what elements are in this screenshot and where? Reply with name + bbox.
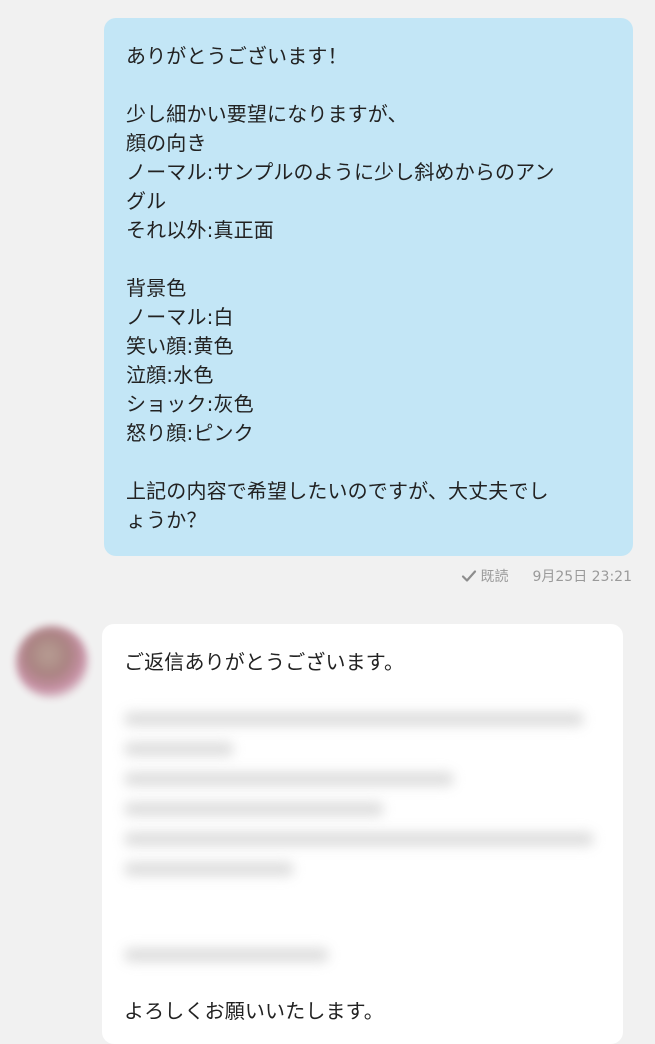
sent-message-line: 泣顔:水色 [126, 363, 214, 387]
read-status: 既読 [480, 569, 509, 585]
blurred-line [124, 862, 294, 876]
blurred-line [124, 712, 584, 726]
sent-message-line: 上記の内容で希望したいのですが、大丈夫でし [126, 479, 549, 503]
received-message-top-line: ご返信ありがとうございます。 [124, 650, 405, 674]
sent-message-line: ょうか？ [126, 508, 207, 532]
sent-message-line: グル [126, 189, 167, 213]
sent-message-line: 少し細かい要望になりますが、 [126, 102, 408, 126]
received-message-bubble[interactable]: ご返信ありがとうございます。 よろしくお願いいたします。 [102, 624, 623, 1044]
blurred-line [124, 742, 234, 756]
sent-message-line: ありがとうございます！ [126, 44, 348, 68]
sent-message-line: 笑い顔:黄色 [126, 334, 234, 358]
chat-thread: ありがとうございます！ 少し細かい要望になりますが、 顔の向き ノーマル:サンプ… [0, 0, 655, 1044]
sent-message-line: ノーマル:サンプルのように少し斜めからのアン [126, 160, 555, 184]
sent-message-line: それ以外:真正面 [126, 218, 274, 242]
sent-message-line: ショック:灰色 [126, 392, 254, 416]
blurred-message-content [124, 702, 594, 962]
sent-message-line: 怒り顔:ピンク [126, 421, 254, 445]
blurred-line [124, 948, 329, 962]
sent-message-line [126, 245, 613, 274]
avatar[interactable] [16, 626, 88, 698]
message-timestamp: 9月25日 23:21 [532, 569, 632, 585]
check-icon [461, 568, 477, 584]
sent-message-line: 背景色 [126, 276, 187, 300]
sent-message-text: ありがとうございます！ 少し細かい要望になりますが、 顔の向き ノーマル:サンプ… [126, 42, 613, 535]
sent-message-line [126, 71, 613, 100]
read-receipt: 既読 [461, 566, 508, 586]
blurred-line [124, 772, 454, 786]
sent-message-line: ノーマル:白 [126, 305, 234, 329]
sent-message-bubble[interactable]: ありがとうございます！ 少し細かい要望になりますが、 顔の向き ノーマル:サンプ… [104, 18, 633, 556]
blurred-line [124, 802, 384, 816]
sent-message-line [126, 448, 613, 477]
sent-message-line: 顔の向き [126, 131, 207, 155]
message-meta: 既読 9月25日 23:21 [461, 566, 632, 586]
blurred-line [124, 832, 594, 846]
received-message-bottom-line: よろしくお願いいたします。 [124, 999, 384, 1023]
